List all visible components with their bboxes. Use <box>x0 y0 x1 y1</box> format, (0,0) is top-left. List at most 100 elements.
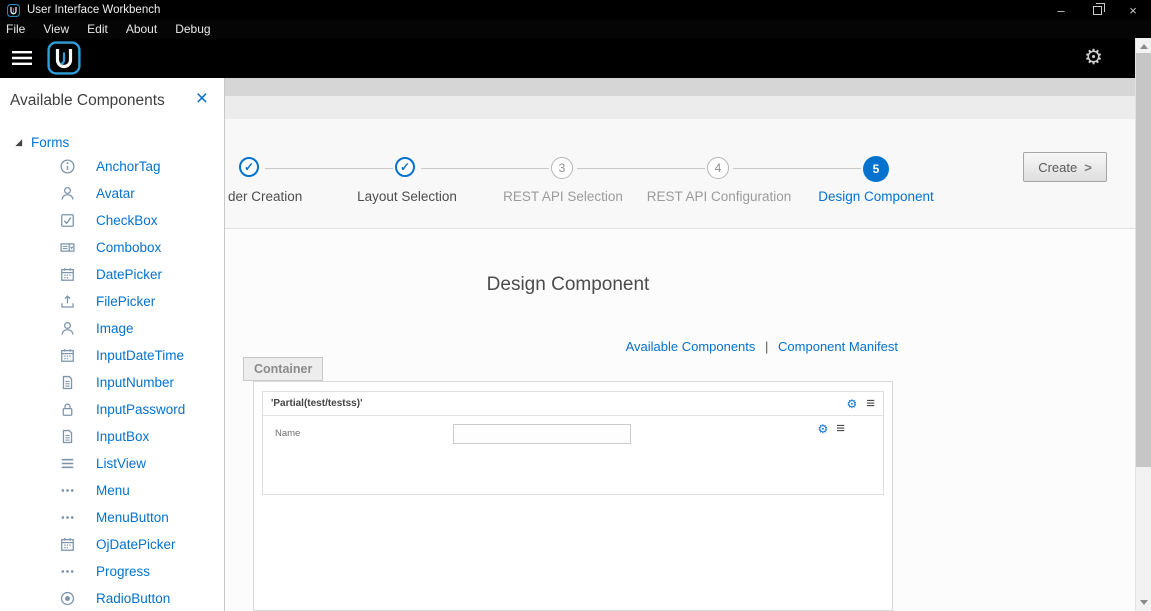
vertical-scrollbar[interactable] <box>1135 38 1151 611</box>
document-icon <box>59 374 76 391</box>
app-header: ⚙ <box>0 38 1151 78</box>
document-icon <box>59 428 76 445</box>
step-number: 3 <box>559 161 566 175</box>
step-4-circle[interactable]: 4 <box>707 157 729 179</box>
subheader-band <box>225 96 1135 119</box>
step-1-circle[interactable]: ✓ <box>239 157 259 177</box>
components-tree: Forms AnchorTag Avatar CheckBox Combobox… <box>0 131 224 611</box>
name-field-label: Name <box>275 428 300 439</box>
step-5-circle[interactable]: 5 <box>863 156 889 182</box>
lock-icon <box>59 401 76 418</box>
create-button[interactable]: Create > <box>1023 152 1107 182</box>
component-label: Image <box>96 321 134 336</box>
component-label: RadioButton <box>96 591 170 606</box>
person-icon <box>59 320 76 337</box>
sidebar-item-menubutton[interactable]: MenuButton <box>0 504 224 531</box>
dots-icon <box>59 482 76 499</box>
component-label: FilePicker <box>96 294 155 309</box>
available-components-panel: Available Components × Forms AnchorTag A… <box>0 78 225 611</box>
component-label: InputDateTime <box>96 348 184 363</box>
close-button[interactable]: × <box>1115 0 1151 20</box>
partial-header: 'Partial(test/testss)' ⚙ ≡ <box>263 392 883 416</box>
sidebar-item-image[interactable]: Image <box>0 315 224 342</box>
close-icon[interactable]: × <box>196 88 208 109</box>
sidebar-item-listview[interactable]: ListView <box>0 450 224 477</box>
sidebar-item-ojdatepicker[interactable]: OjDatePicker <box>0 531 224 558</box>
radio-icon <box>59 590 76 607</box>
sidebar-item-menu[interactable]: Menu <box>0 477 224 504</box>
window-controls: – × <box>1043 0 1151 20</box>
step-number: 5 <box>873 162 880 176</box>
name-input[interactable] <box>453 424 631 444</box>
step-connector <box>421 168 549 169</box>
sidebar-item-radiobutton[interactable]: RadioButton <box>0 585 224 611</box>
sidebar-item-inputbox[interactable]: InputBox <box>0 423 224 450</box>
links-separator: | <box>759 339 774 354</box>
sidebar-item-checkbox[interactable]: CheckBox <box>0 207 224 234</box>
dots-icon <box>59 509 76 526</box>
restore-icon <box>1093 6 1102 15</box>
sidebar-item-inputdatetime[interactable]: InputDateTime <box>0 342 224 369</box>
container-tab-label: Container <box>254 362 312 376</box>
step-2-label: Layout Selection <box>317 189 497 204</box>
step-connector <box>577 168 705 169</box>
menu-about[interactable]: About <box>117 22 166 36</box>
check-icon: ✓ <box>400 160 410 174</box>
sidebar-item-datepicker[interactable]: DatePicker <box>0 261 224 288</box>
scroll-up-icon[interactable] <box>1140 44 1148 49</box>
app-logo-icon <box>7 4 20 17</box>
component-label: DatePicker <box>96 267 162 282</box>
triangle-expand-icon <box>13 137 24 148</box>
scrollbar-thumb[interactable] <box>1136 53 1151 467</box>
app-window: User Interface Workbench – × File View E… <box>0 0 1151 611</box>
list-icon <box>59 455 76 472</box>
menu-view[interactable]: View <box>34 22 78 36</box>
minimize-button[interactable]: – <box>1043 0 1079 20</box>
sidebar-item-progress[interactable]: Progress <box>0 558 224 585</box>
hamburger-icon[interactable] <box>10 50 34 66</box>
component-label: Combobox <box>96 240 161 255</box>
menu-file[interactable]: File <box>0 22 34 36</box>
menu-handle-icon[interactable]: ≡ <box>836 423 845 435</box>
info-icon <box>59 158 76 175</box>
sidebar-item-avatar[interactable]: Avatar <box>0 180 224 207</box>
calendar-icon <box>59 536 76 553</box>
component-label: Avatar <box>96 186 135 201</box>
restore-button[interactable] <box>1079 0 1115 20</box>
combobox-icon <box>59 239 76 256</box>
sidebar-item-inputpassword[interactable]: InputPassword <box>0 396 224 423</box>
step-connector <box>265 168 393 169</box>
checkbox-icon <box>59 212 76 229</box>
sidebar-item-inputnumber[interactable]: InputNumber <box>0 369 224 396</box>
component-manifest-link[interactable]: Component Manifest <box>778 339 898 354</box>
filepicker-icon <box>59 293 76 310</box>
step-connector <box>733 168 861 169</box>
partial-body: Name ⚙ ≡ <box>263 416 883 494</box>
sidebar-item-anchortag[interactable]: AnchorTag <box>0 153 224 180</box>
available-components-link[interactable]: Available Components <box>626 339 756 354</box>
sidebar-item-combobox[interactable]: Combobox <box>0 234 224 261</box>
dots-icon <box>59 563 76 580</box>
calendar-icon <box>59 266 76 283</box>
tree-group-forms[interactable]: Forms <box>0 131 224 153</box>
menu-debug[interactable]: Debug <box>166 22 219 36</box>
step-3-circle[interactable]: 3 <box>551 157 573 179</box>
app-logo-icon <box>47 41 81 75</box>
tree-group-label: Forms <box>31 135 69 150</box>
partial-header-actions: ⚙ ≡ <box>846 398 875 410</box>
gear-icon[interactable]: ⚙ <box>1084 46 1103 70</box>
component-label: InputBox <box>96 429 149 444</box>
page-title: Design Component <box>243 274 893 296</box>
menu-edit[interactable]: Edit <box>78 22 117 36</box>
scroll-down-icon[interactable] <box>1140 600 1148 605</box>
gear-icon[interactable]: ⚙ <box>817 423 828 435</box>
calendar-icon <box>59 347 76 364</box>
step-1-label: der Creation <box>228 189 302 204</box>
gear-icon[interactable]: ⚙ <box>846 398 857 410</box>
sidebar-item-filepicker[interactable]: FilePicker <box>0 288 224 315</box>
menu-handle-icon[interactable]: ≡ <box>866 398 875 410</box>
step-2-circle[interactable]: ✓ <box>395 157 415 177</box>
avatar-icon <box>59 185 76 202</box>
component-label: MenuButton <box>96 510 169 525</box>
container-tab[interactable]: Container <box>243 357 323 381</box>
